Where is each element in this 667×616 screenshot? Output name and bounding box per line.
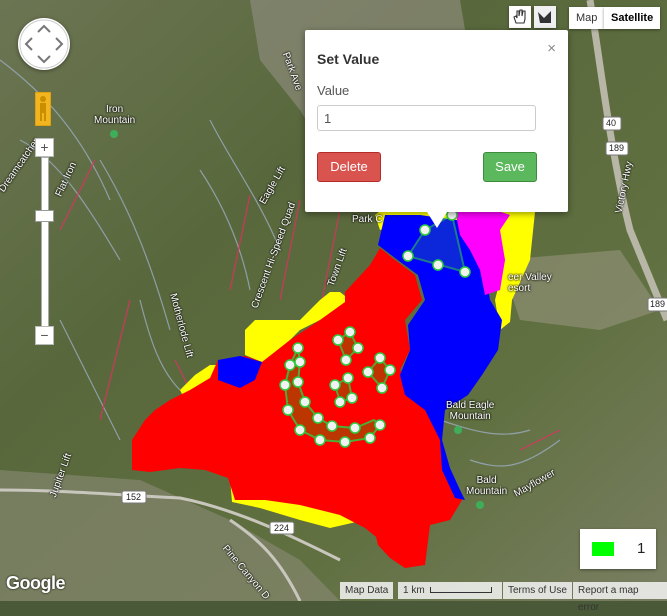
zoom-slider-thumb[interactable]: [35, 210, 54, 222]
shield-189-east: 189: [650, 299, 666, 309]
shield-40: 40: [606, 118, 617, 128]
popup-title: Set Value: [317, 51, 380, 67]
popup-tail: [427, 212, 447, 228]
map-type-satellite-button[interactable]: Satellite: [604, 7, 661, 29]
zoom-slider-track[interactable]: [41, 157, 49, 327]
save-button[interactable]: Save: [483, 152, 537, 182]
scale-bar: 1 km: [398, 582, 502, 599]
shield-152: 152: [126, 492, 142, 502]
zoom-in-button[interactable]: +: [35, 138, 54, 157]
pan-arrows-icon: [19, 19, 69, 69]
map-type-map-button[interactable]: Map: [569, 7, 605, 29]
zoom-out-button[interactable]: −: [35, 326, 54, 345]
google-logo[interactable]: Google: [6, 573, 66, 594]
delete-button[interactable]: Delete: [317, 152, 381, 182]
label-bald-mountain: Bald Mountain: [466, 475, 508, 497]
shield-189-north: 189: [609, 143, 625, 153]
close-icon[interactable]: ×: [547, 40, 556, 57]
map-data-link[interactable]: Map Data: [340, 582, 394, 599]
set-value-popup: Set Value × Value Delete Save: [305, 30, 568, 228]
polygon-icon: [538, 11, 551, 23]
shield-224: 224: [274, 523, 290, 533]
legend-box: 1: [580, 529, 656, 569]
hand-tool-button[interactable]: [509, 6, 531, 28]
value-label: Value: [317, 83, 350, 98]
report-error-link[interactable]: Report a map error: [573, 582, 667, 613]
pegman-icon[interactable]: [34, 91, 52, 127]
polygon-tool-button[interactable]: [534, 6, 556, 28]
label-deer-valley: eer Valley esort: [508, 272, 552, 294]
scale-line: [430, 587, 493, 594]
legend-value: 1: [637, 540, 646, 557]
value-input[interactable]: [317, 105, 536, 131]
label-iron-mountain: Iron Mountain: [94, 104, 136, 126]
hand-icon: [513, 9, 526, 24]
terms-link[interactable]: Terms of Use: [503, 582, 572, 599]
label-bald-eagle-mountain: Bald Eagle Mountain: [446, 400, 495, 422]
scale-label: 1 km: [403, 585, 425, 596]
label-park-city: Park C: [352, 214, 383, 225]
pan-control[interactable]: [18, 18, 70, 70]
legend-swatch: [592, 542, 614, 556]
